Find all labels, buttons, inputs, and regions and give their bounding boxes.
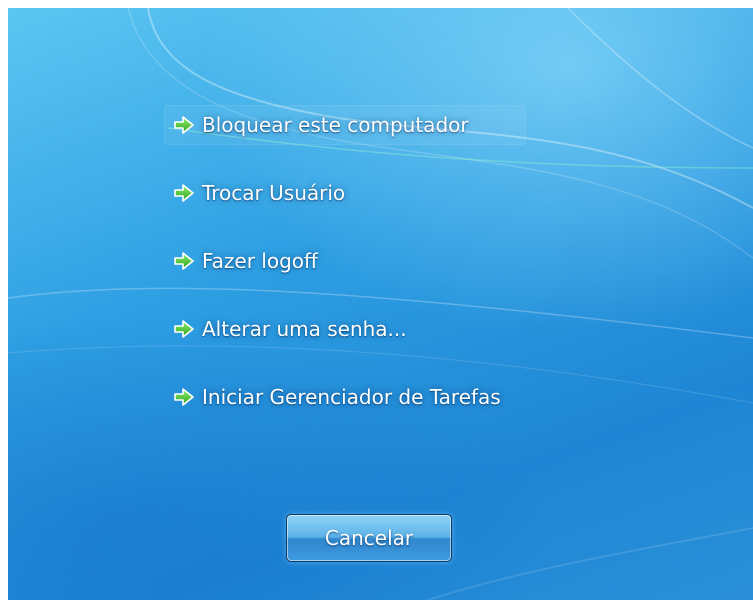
arrow-right-icon (174, 116, 194, 134)
cancel-button[interactable]: Cancelar (286, 514, 452, 562)
security-options-screen: Bloquear este computador Trocar Usuário (8, 8, 753, 600)
change-password-label: Alterar uma senha... (202, 317, 407, 341)
arrow-right-icon (174, 252, 194, 270)
lock-computer-option[interactable]: Bloquear este computador (164, 105, 526, 145)
log-off-option[interactable]: Fazer logoff (165, 242, 665, 280)
arrow-right-icon (174, 184, 194, 202)
task-manager-label: Iniciar Gerenciador de Tarefas (202, 385, 501, 409)
log-off-label: Fazer logoff (202, 249, 318, 273)
switch-user-option[interactable]: Trocar Usuário (165, 174, 665, 212)
security-options-menu: Bloquear este computador Trocar Usuário (164, 105, 665, 446)
lock-computer-label: Bloquear este computador (202, 113, 469, 137)
arrow-right-icon (174, 388, 194, 406)
task-manager-option[interactable]: Iniciar Gerenciador de Tarefas (165, 378, 665, 416)
change-password-option[interactable]: Alterar uma senha... (165, 310, 665, 348)
switch-user-label: Trocar Usuário (202, 181, 346, 205)
arrow-right-icon (174, 320, 194, 338)
